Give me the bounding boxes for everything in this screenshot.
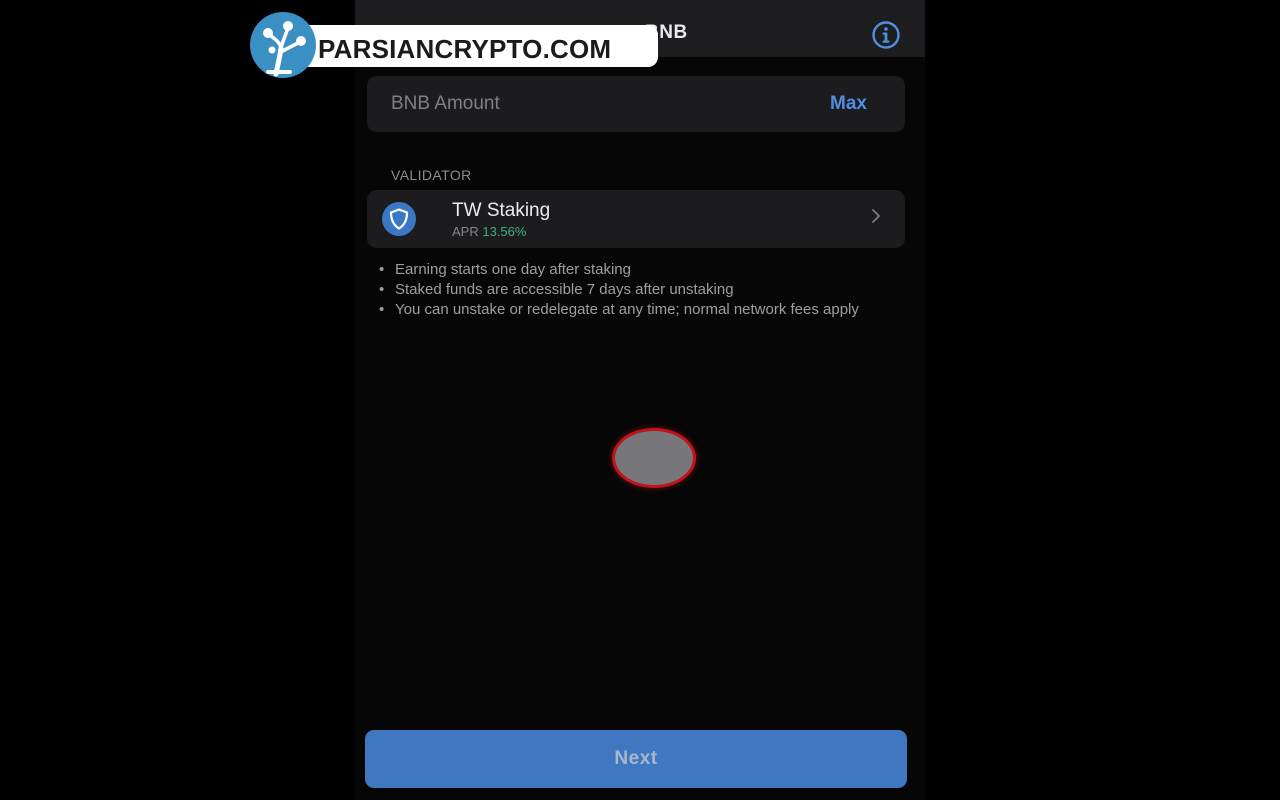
shield-icon bbox=[382, 202, 416, 236]
note-item: • Earning starts one day after staking bbox=[379, 261, 631, 278]
note-text: Earning starts one day after staking bbox=[395, 261, 631, 278]
watermark: PARSIANCRYPTO.COM bbox=[250, 12, 662, 78]
chevron-right-icon bbox=[871, 208, 881, 229]
note-item: • Staked funds are accessible 7 days afte… bbox=[379, 281, 734, 298]
next-button[interactable]: Next bbox=[365, 730, 907, 788]
info-icon[interactable] bbox=[871, 20, 901, 50]
apr-label: APR bbox=[452, 224, 479, 239]
bnb-amount-input[interactable] bbox=[367, 76, 797, 132]
validator-name: TW Staking bbox=[452, 200, 551, 221]
screen: BNB Max VALIDATOR TW Sta bbox=[0, 0, 1280, 800]
watermark-text: PARSIANCRYPTO.COM bbox=[318, 34, 612, 64]
validator-apr: APR 13.56% bbox=[452, 224, 526, 239]
note-text: Staked funds are accessible 7 days after… bbox=[395, 281, 734, 298]
note-item: • You can unstake or redelegate at any ti… bbox=[379, 301, 859, 318]
amount-field: Max bbox=[367, 76, 905, 132]
phone-screen: BNB Max VALIDATOR TW Sta bbox=[355, 0, 925, 800]
max-button[interactable]: Max bbox=[830, 93, 867, 115]
tree-logo-icon bbox=[250, 12, 316, 78]
touch-indicator-icon bbox=[612, 428, 696, 488]
staking-notes-list: • Earning starts one day after staking • S… bbox=[379, 260, 879, 320]
note-text: You can unstake or redelegate at any tim… bbox=[395, 301, 859, 318]
validator-section-label: VALIDATOR bbox=[391, 167, 472, 183]
apr-value: 13.56% bbox=[482, 224, 527, 239]
validator-row-tw-staking[interactable]: TW Staking APR 13.56% bbox=[367, 190, 905, 248]
